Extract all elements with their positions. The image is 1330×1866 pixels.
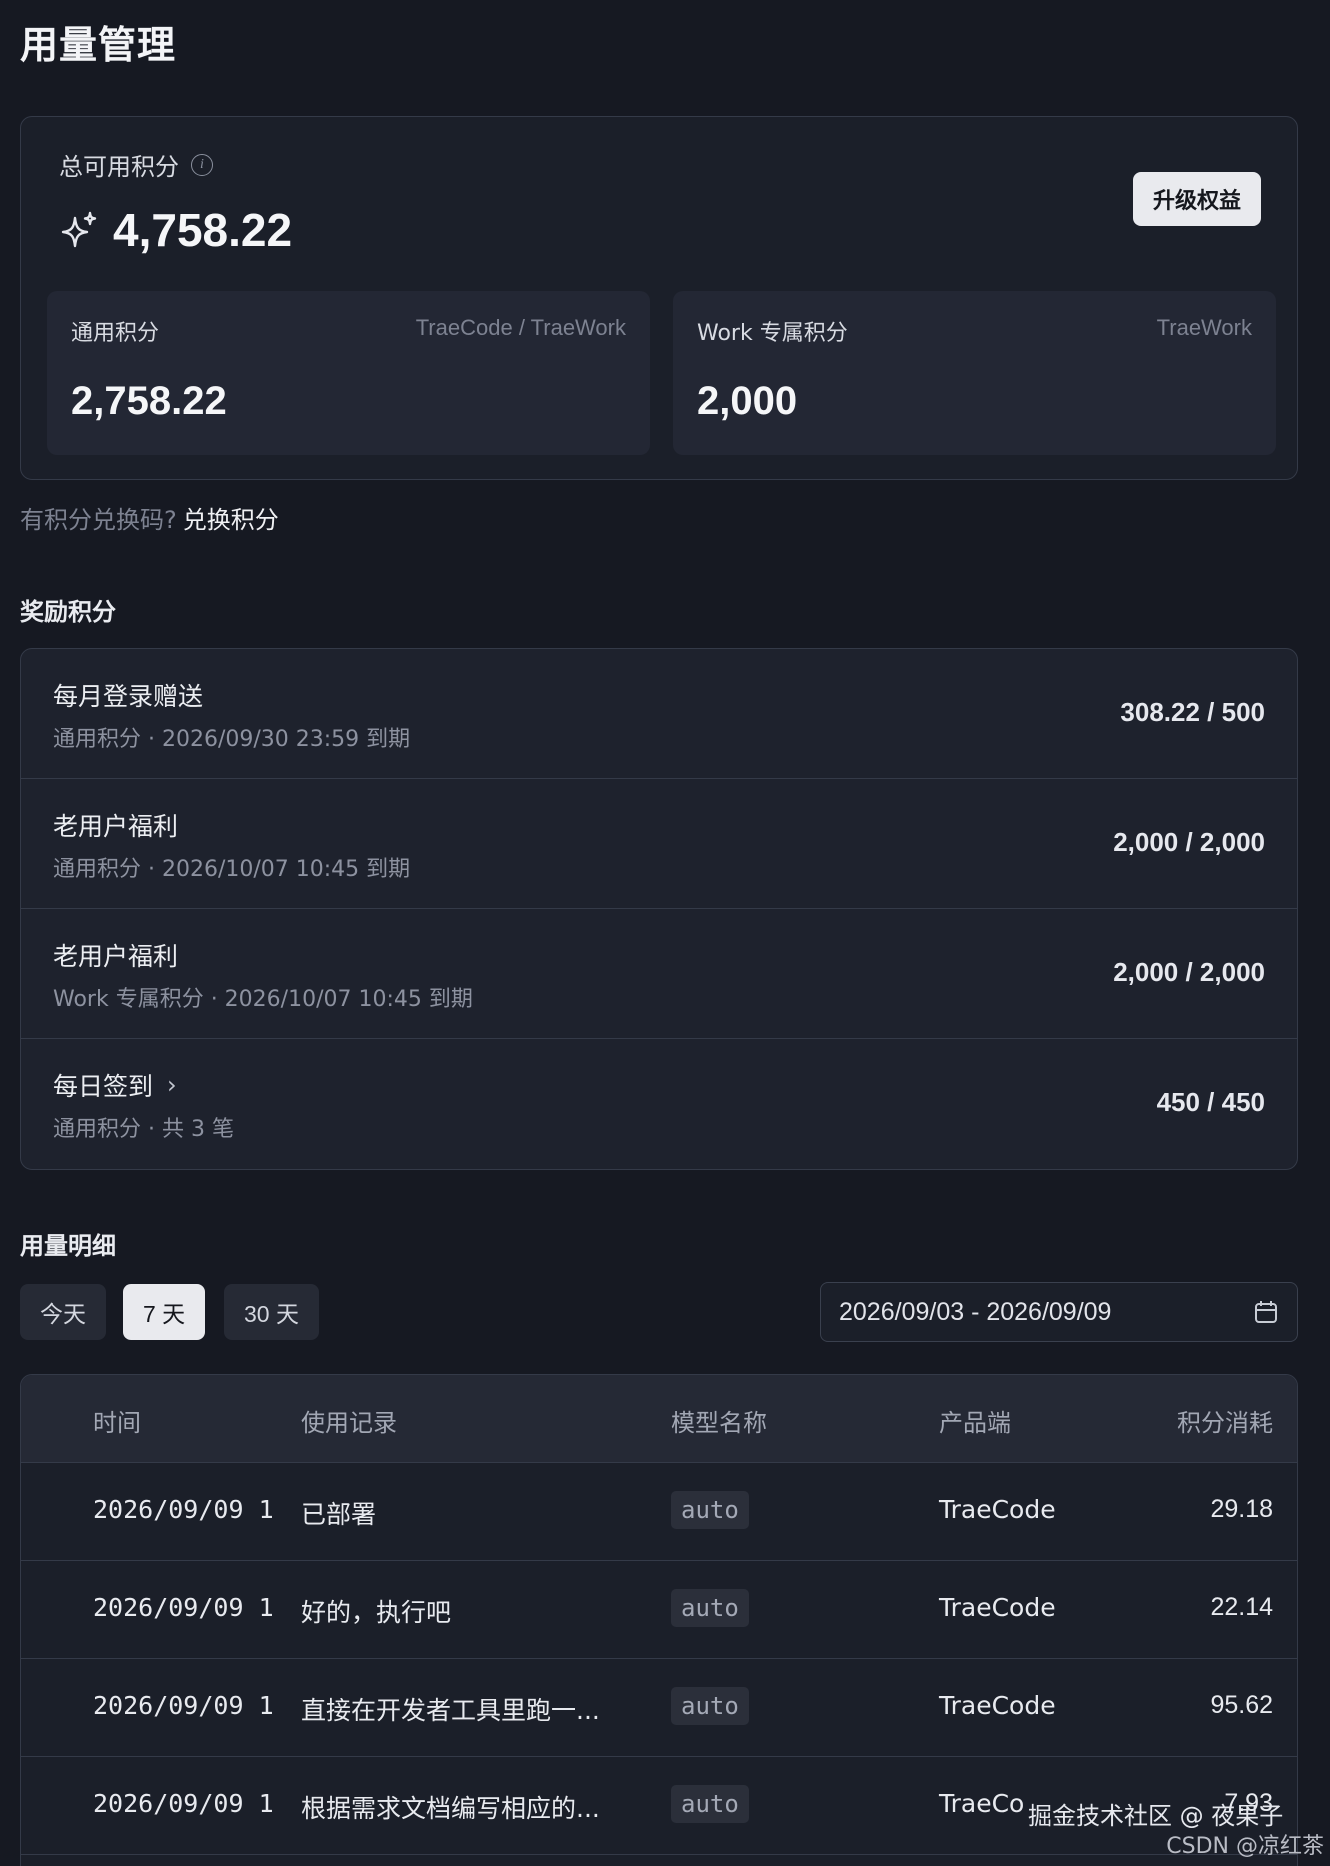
cell-record: 已部署: [301, 1500, 377, 1529]
reward-meta: Work 专属积分 · 2026/10/07 10:45 到期: [53, 987, 473, 1012]
usage-section-title: 用量明细: [20, 1232, 116, 1260]
general-points-title: 通用积分: [71, 321, 160, 346]
work-points-products: TraeWork: [1156, 315, 1252, 340]
reward-item: 老用户福利 Work 专属积分 · 2026/10/07 10:45 到期 2,…: [21, 909, 1297, 1039]
date-range-text: 2026/09/03 - 2026/09/09: [839, 1297, 1112, 1326]
reward-meta: 通用积分 · 2026/09/30 23:59 到期: [53, 727, 411, 752]
work-points-title: Work 专属积分: [697, 321, 848, 346]
cell-time: 2026/09/09 1: [93, 1789, 274, 1818]
filter-7-days-button[interactable]: 7 天: [123, 1284, 206, 1340]
cell-time: 2026/09/09 1: [93, 1495, 274, 1524]
cell-product: TraeCode: [939, 1593, 1056, 1622]
table-header: 时间 使用记录 模型名称 产品端 积分消耗: [21, 1375, 1297, 1463]
chevron-right-icon[interactable]: ›: [167, 1071, 177, 1099]
reward-name: 每日签到 ›: [53, 1067, 177, 1103]
column-header-time: 时间: [93, 1409, 141, 1437]
reward-name: 老用户福利: [53, 812, 179, 841]
cell-model-tag: auto: [671, 1785, 749, 1823]
rewards-list: 每月登录赠送 通用积分 · 2026/09/30 23:59 到期 308.22…: [20, 648, 1298, 1170]
reward-meta: 通用积分 · 2026/10/07 10:45 到期: [53, 857, 411, 882]
column-header-product: 产品端: [939, 1409, 1011, 1437]
work-points-card: Work 专属积分 TraeWork 2,000: [673, 291, 1276, 455]
usage-management-page: 用量管理 总可用积分 i 4,758.22 升级权益 通用积分 TraeCode…: [0, 0, 1330, 1866]
cell-model-tag: auto: [671, 1687, 749, 1725]
cell-model-tag: auto: [671, 1589, 749, 1627]
date-range-picker[interactable]: 2026/09/03 - 2026/09/09: [820, 1282, 1298, 1342]
page-title: 用量管理: [20, 23, 177, 67]
column-header-record: 使用记录: [301, 1409, 397, 1437]
reward-name: 每月登录赠送: [53, 682, 204, 711]
reward-meta: 通用积分 · 共 3 笔: [53, 1117, 234, 1142]
general-points-value: 2,758.22: [71, 379, 227, 423]
cell-model-tag: auto: [671, 1491, 749, 1529]
column-header-cost: 积分消耗: [1177, 1409, 1273, 1437]
general-points-products: TraeCode / TraeWork: [415, 315, 626, 340]
total-points-label: 总可用积分 i: [59, 147, 213, 182]
general-points-card: 通用积分 TraeCode / TraeWork 2,758.22: [47, 291, 650, 455]
redeem-hint: 有积分兑换码?: [20, 506, 177, 534]
work-points-value: 2,000: [697, 379, 798, 423]
reward-item: 老用户福利 通用积分 · 2026/10/07 10:45 到期 2,000 /…: [21, 779, 1297, 909]
reward-item-daily-checkin[interactable]: 每日签到 › 通用积分 · 共 3 笔 450 / 450: [21, 1039, 1297, 1169]
cell-record: 根据需求文档编写相应的...: [301, 1794, 600, 1823]
rewards-section-title: 奖励积分: [20, 598, 116, 626]
table-row: 2026/09/09 1 好的，执行吧 auto TraeCode 22.14: [21, 1561, 1297, 1659]
table-row: 2026/09/09 1 已部署 auto TraeCode 29.18: [21, 1463, 1297, 1561]
cell-time: 2026/09/09 1: [93, 1691, 274, 1720]
points-summary-card: 总可用积分 i 4,758.22 升级权益 通用积分 TraeCode / Tr…: [20, 116, 1298, 480]
reward-amount: 308.22 / 500: [1120, 697, 1265, 727]
column-header-model: 模型名称: [671, 1409, 767, 1437]
filter-today-button[interactable]: 今天: [20, 1284, 106, 1340]
info-icon[interactable]: i: [191, 153, 213, 176]
reward-amount: 450 / 450: [1156, 1087, 1265, 1117]
sparkle-icon: [59, 210, 99, 250]
watermark-juejin: 掘金技术社区 @ 夜果子: [1028, 1802, 1284, 1830]
cell-product: TraeCode: [939, 1495, 1056, 1524]
cell-product: TraeCo: [939, 1789, 1025, 1818]
cell-cost: 22.14: [1210, 1593, 1273, 1621]
cell-cost: 95.62: [1210, 1691, 1273, 1719]
reward-amount: 2,000 / 2,000: [1113, 957, 1265, 987]
total-points-row: 4,758.22: [59, 203, 292, 257]
reward-item: 每月登录赠送 通用积分 · 2026/09/30 23:59 到期 308.22…: [21, 649, 1297, 779]
reward-name: 老用户福利: [53, 942, 179, 971]
table-row: 2026/09/09 1 直接在开发者工具里跑一... auto TraeCod…: [21, 1659, 1297, 1757]
filter-30-days-button[interactable]: 30 天: [224, 1284, 319, 1340]
cell-time: 2026/09/09 1: [93, 1593, 274, 1622]
calendar-icon[interactable]: [1253, 1299, 1279, 1325]
usage-table: 时间 使用记录 模型名称 产品端 积分消耗 2026/09/09 1 已部署 a…: [20, 1374, 1298, 1866]
total-points-value: 4,758.22: [113, 204, 293, 256]
redeem-row: 有积分兑换码? 兑换积分: [20, 500, 279, 535]
cell-product: TraeCode: [939, 1691, 1056, 1720]
upgrade-benefits-button[interactable]: 升级权益: [1132, 172, 1261, 226]
cell-record: 直接在开发者工具里跑一...: [301, 1696, 600, 1725]
reward-name-text: 每日签到: [53, 1072, 154, 1101]
watermark-csdn: CSDN @凉红茶: [1166, 1834, 1324, 1859]
cell-cost: 29.18: [1210, 1495, 1273, 1523]
reward-amount: 2,000 / 2,000: [1113, 827, 1265, 857]
cell-record: 好的，执行吧: [301, 1598, 452, 1627]
total-points-label-text: 总可用积分: [59, 153, 179, 181]
redeem-points-link[interactable]: 兑换积分: [183, 500, 279, 535]
